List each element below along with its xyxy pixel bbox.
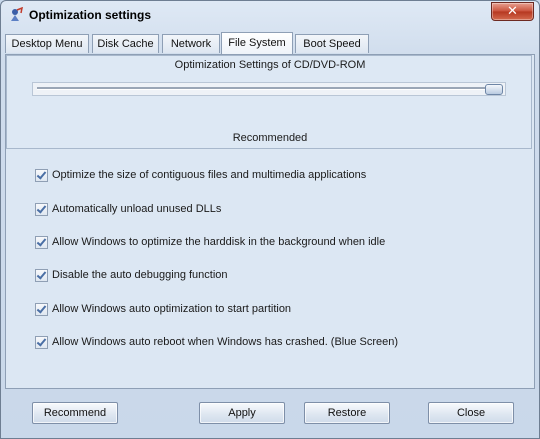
option-label: Allow Windows auto optimization to start… <box>52 303 292 315</box>
optimization-level-slider[interactable] <box>32 82 506 96</box>
tab-boot-speed[interactable]: Boot Speed <box>295 34 369 53</box>
optimization-level-label: Recommended <box>232 132 308 144</box>
close-icon: ✕ <box>507 3 518 18</box>
tab-label: Disk Cache <box>97 38 154 50</box>
tab-disk-cache[interactable]: Disk Cache <box>92 34 159 53</box>
cd-dvd-settings-group: Optimization Settings of CD/DVD-ROM Reco… <box>6 55 532 149</box>
option-label: Disable the auto debugging function <box>52 269 228 281</box>
option-label: Allow Windows to optimize the harddisk i… <box>52 236 386 248</box>
apply-button[interactable]: Apply <box>199 402 285 424</box>
checkmark-icon <box>36 303 47 314</box>
checkbox[interactable] <box>35 269 48 282</box>
tab-label: Desktop Menu <box>11 38 83 50</box>
tab-file-system[interactable]: File System <box>221 32 293 54</box>
close-button[interactable]: Close <box>428 402 514 424</box>
window-close-button[interactable]: ✕ <box>491 2 534 21</box>
title-bar[interactable]: Optimization settings ✕ <box>1 1 539 29</box>
checkbox[interactable] <box>35 336 48 349</box>
recommend-button[interactable]: Recommend <box>32 402 118 424</box>
slider-groove <box>37 87 501 90</box>
option-label: Automatically unload unused DLLs <box>52 203 222 215</box>
tab-network[interactable]: Network <box>162 34 220 53</box>
optimization-settings-window: Optimization settings ✕ Desktop Menu Dis… <box>0 0 540 439</box>
option-label: Optimize the size of contiguous files an… <box>52 169 367 181</box>
checkmark-icon <box>36 336 47 347</box>
checkbox[interactable] <box>35 236 48 249</box>
checkbox[interactable] <box>35 203 48 216</box>
checkmark-icon <box>36 269 47 280</box>
group-title: Optimization Settings of CD/DVD-ROM <box>174 59 366 71</box>
checkbox[interactable] <box>35 303 48 316</box>
tab-label: File System <box>228 37 286 49</box>
checkmark-icon <box>36 169 47 180</box>
tab-label: Network <box>170 38 212 50</box>
tab-label: Boot Speed <box>303 38 361 50</box>
tab-panel-file-system: Optimization Settings of CD/DVD-ROM Reco… <box>5 54 535 389</box>
slider-thumb[interactable] <box>485 84 503 95</box>
restore-button[interactable]: Restore <box>304 402 390 424</box>
app-icon <box>11 7 23 21</box>
window-title: Optimization settings <box>29 8 152 22</box>
checkmark-icon <box>36 236 47 247</box>
checkbox[interactable] <box>35 169 48 182</box>
tab-desktop-menu[interactable]: Desktop Menu <box>5 34 89 53</box>
option-label: Allow Windows auto reboot when Windows h… <box>52 336 399 348</box>
checkmark-icon <box>36 203 47 214</box>
